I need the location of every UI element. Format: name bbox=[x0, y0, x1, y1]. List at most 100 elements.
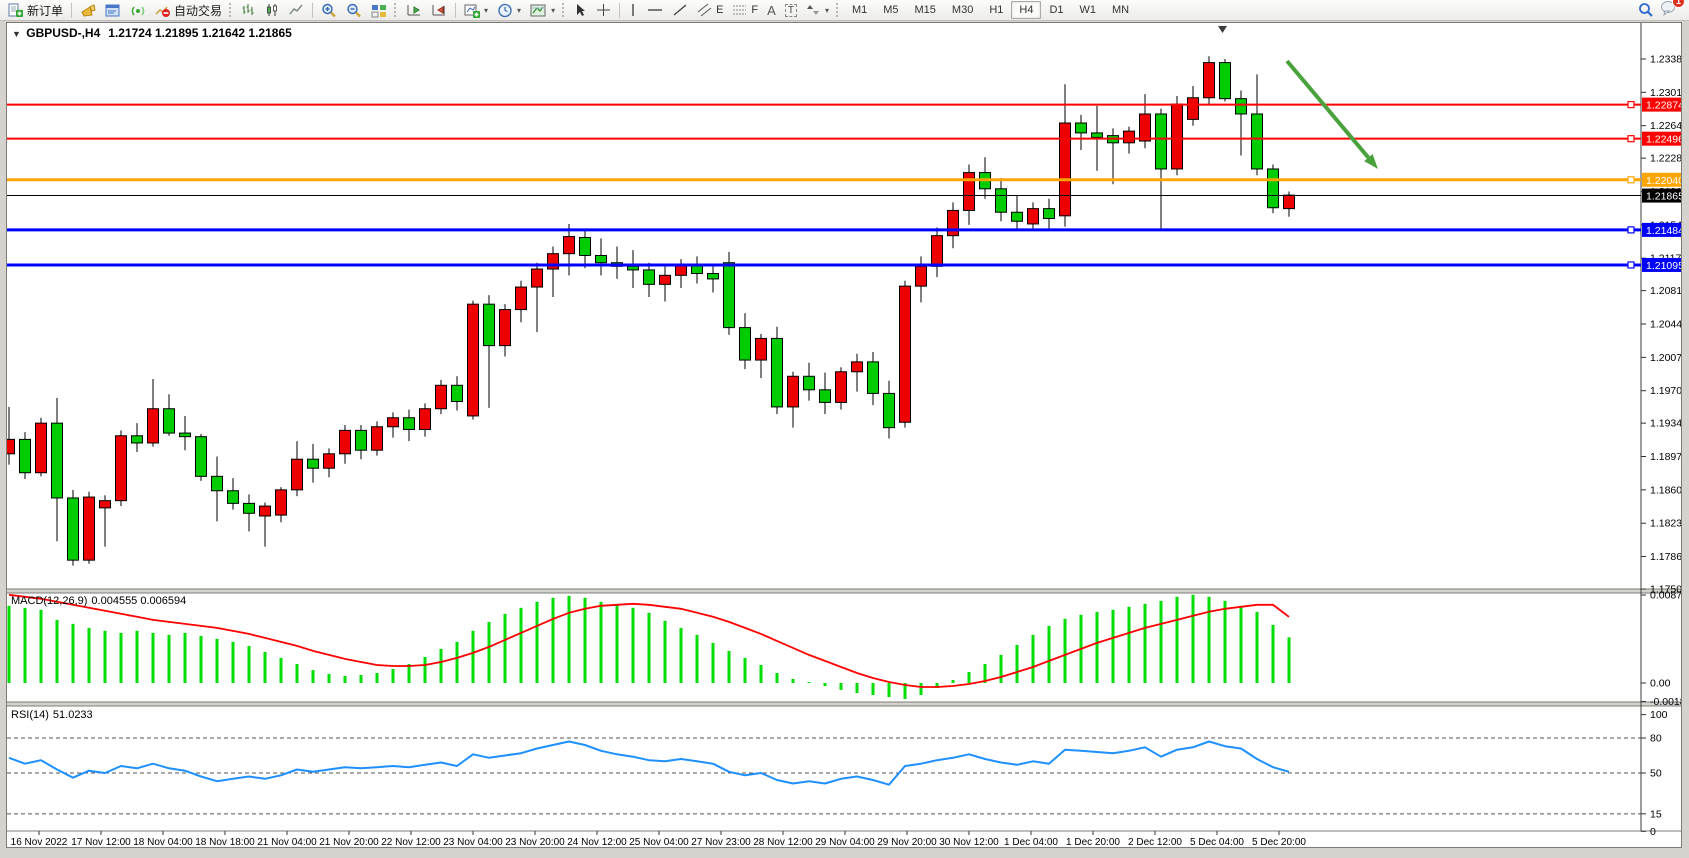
timeframe-h1[interactable]: H1 bbox=[981, 1, 1011, 19]
date-label[interactable]: 18 Nov 04:00 bbox=[133, 837, 193, 847]
line-anchor-marker[interactable] bbox=[1628, 102, 1634, 108]
bar-chart-button[interactable] bbox=[237, 1, 260, 20]
price-tick-label[interactable]: 1.23010 bbox=[1650, 87, 1681, 99]
date-label[interactable]: 28 Nov 12:00 bbox=[753, 837, 813, 847]
vertical-line-button[interactable] bbox=[624, 1, 642, 20]
candlestick-chart-button[interactable] bbox=[261, 1, 284, 20]
date-label[interactable]: 1 Dec 04:00 bbox=[1004, 837, 1058, 847]
price-tick-label[interactable]: 1.20070 bbox=[1650, 352, 1681, 364]
horizontal-line-button[interactable] bbox=[643, 1, 667, 20]
line-anchor-marker[interactable] bbox=[1628, 136, 1634, 142]
macd-bar bbox=[696, 635, 699, 683]
date-label[interactable]: 24 Nov 12:00 bbox=[567, 837, 627, 847]
channel-icon bbox=[697, 3, 713, 17]
auto-scroll-button[interactable] bbox=[402, 1, 426, 20]
date-label[interactable]: 21 Nov 04:00 bbox=[257, 837, 317, 847]
candle-body bbox=[36, 423, 47, 473]
price-tick-label[interactable]: 1.17860 bbox=[1650, 551, 1681, 563]
price-tick-label[interactable]: 1.18600 bbox=[1650, 484, 1681, 496]
date-label[interactable]: 30 Nov 12:00 bbox=[939, 837, 999, 847]
timeframe-w1[interactable]: W1 bbox=[1072, 1, 1105, 19]
pane-splitter[interactable] bbox=[7, 589, 1681, 593]
chart-shift-button[interactable] bbox=[427, 1, 451, 20]
price-tick-label[interactable]: 1.19700 bbox=[1650, 385, 1681, 397]
date-label[interactable]: 5 Dec 20:00 bbox=[1252, 837, 1306, 847]
pane-splitter[interactable] bbox=[7, 702, 1681, 706]
timeframe-m5[interactable]: M5 bbox=[875, 1, 906, 19]
text-label-icon: T bbox=[785, 4, 797, 17]
date-label[interactable]: 25 Nov 04:00 bbox=[629, 837, 689, 847]
metaeditor-button[interactable] bbox=[101, 1, 125, 20]
timeframe-m1[interactable]: M1 bbox=[844, 1, 875, 19]
cursor-button[interactable] bbox=[570, 1, 591, 20]
price-tick-label[interactable]: 1.23380 bbox=[1650, 54, 1681, 66]
macd-bar bbox=[840, 683, 843, 690]
date-label[interactable]: 21 Nov 20:00 bbox=[319, 837, 379, 847]
shift-marker[interactable] bbox=[1218, 26, 1227, 33]
auto-scroll-icon bbox=[406, 3, 422, 18]
price-tick-label[interactable]: 1.18970 bbox=[1650, 451, 1681, 463]
text-button[interactable]: A bbox=[763, 1, 780, 20]
date-label[interactable]: 5 Dec 04:00 bbox=[1190, 837, 1244, 847]
chart-canvas[interactable]: 1.233801.230101.226401.222801.219101.215… bbox=[7, 23, 1681, 847]
price-tick-label[interactable]: 1.22640 bbox=[1650, 120, 1681, 132]
toolbar-right: 1 bbox=[1638, 0, 1685, 21]
text-label-button[interactable]: T bbox=[781, 1, 801, 20]
macd-bar bbox=[1048, 626, 1051, 683]
crosshair-button[interactable] bbox=[592, 1, 615, 20]
chart-window[interactable]: 1.233801.230101.226401.222801.219101.215… bbox=[6, 22, 1682, 848]
candle-body bbox=[532, 269, 543, 287]
date-label[interactable]: 29 Nov 04:00 bbox=[815, 837, 875, 847]
timeframe-m30[interactable]: M30 bbox=[944, 1, 981, 19]
candle-body bbox=[196, 437, 207, 477]
new-chart-button[interactable]: ▾ bbox=[460, 1, 492, 20]
date-label[interactable]: 16 Nov 2022 bbox=[11, 837, 68, 847]
candle-body bbox=[180, 433, 191, 437]
date-label[interactable]: 2 Dec 12:00 bbox=[1128, 837, 1182, 847]
macd-bar bbox=[1256, 612, 1259, 683]
fibonacci-button[interactable]: F bbox=[728, 1, 762, 20]
timeframe-d1[interactable]: D1 bbox=[1041, 1, 1071, 19]
tile-windows-button[interactable] bbox=[367, 1, 391, 20]
line-anchor-marker[interactable] bbox=[1628, 262, 1634, 268]
equidistant-channel-button[interactable]: E bbox=[693, 1, 727, 20]
price-tick-label[interactable]: 1.20810 bbox=[1650, 285, 1681, 297]
templates-button[interactable]: ▾ bbox=[526, 1, 559, 20]
chat-button[interactable]: 1 bbox=[1660, 0, 1677, 21]
search-icon[interactable] bbox=[1638, 2, 1654, 18]
arrows-button[interactable]: ▾ bbox=[802, 1, 833, 20]
rsi-axis-label: 15 bbox=[1650, 808, 1662, 820]
trend-arrow[interactable] bbox=[1287, 61, 1368, 158]
zoom-in-icon bbox=[321, 3, 337, 18]
candle-body bbox=[964, 173, 975, 211]
trendline-button[interactable] bbox=[668, 1, 692, 20]
new-order-button[interactable]: 新订单 bbox=[4, 1, 67, 20]
timeframe-m15[interactable]: M15 bbox=[907, 1, 944, 19]
price-tick-label[interactable]: 1.19340 bbox=[1650, 418, 1681, 430]
date-label[interactable]: 27 Nov 23:00 bbox=[691, 837, 751, 847]
line-anchor-marker[interactable] bbox=[1628, 227, 1634, 233]
line-anchor-marker[interactable] bbox=[1628, 177, 1634, 183]
date-label[interactable]: 22 Nov 12:00 bbox=[381, 837, 441, 847]
date-label[interactable]: 23 Nov 04:00 bbox=[443, 837, 503, 847]
vertical-line-icon bbox=[628, 3, 638, 17]
price-tick-label[interactable]: 1.20440 bbox=[1650, 319, 1681, 331]
zoom-in-button[interactable] bbox=[317, 1, 341, 20]
zoom-out-button[interactable] bbox=[342, 1, 366, 20]
autotrading-button[interactable]: 自动交易 bbox=[151, 1, 226, 20]
line-chart-button[interactable] bbox=[285, 1, 308, 20]
date-label[interactable]: 23 Nov 20:00 bbox=[505, 837, 565, 847]
periods-button[interactable]: ▾ bbox=[493, 1, 525, 20]
price-tick-label[interactable]: 1.18230 bbox=[1650, 518, 1681, 530]
date-label[interactable]: 1 Dec 20:00 bbox=[1066, 837, 1120, 847]
signals-button[interactable] bbox=[126, 1, 150, 20]
megaphone-button[interactable] bbox=[76, 1, 100, 20]
macd-bar bbox=[552, 598, 555, 683]
date-label[interactable]: 29 Nov 20:00 bbox=[877, 837, 937, 847]
date-label[interactable]: 18 Nov 18:00 bbox=[195, 837, 255, 847]
date-label[interactable]: 17 Nov 12:00 bbox=[71, 837, 131, 847]
timeframe-mn[interactable]: MN bbox=[1104, 1, 1137, 19]
timeframe-h4[interactable]: H4 bbox=[1011, 1, 1041, 19]
collapse-triangle-icon[interactable]: ▼ bbox=[12, 29, 21, 39]
price-tick-label[interactable]: 1.22280 bbox=[1650, 153, 1681, 165]
